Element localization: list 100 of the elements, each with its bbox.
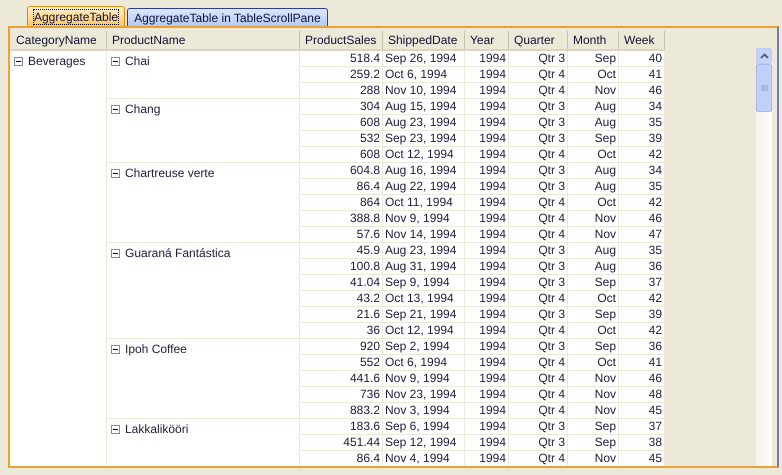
table-cell: Oct xyxy=(568,291,619,307)
collapse-icon[interactable] xyxy=(14,57,23,66)
collapse-icon[interactable] xyxy=(111,345,120,354)
collapse-icon[interactable] xyxy=(111,425,120,434)
table-cell: 42 xyxy=(619,323,665,339)
table-cell: 388.8 xyxy=(300,211,383,227)
product-name: Ipoh Coffee xyxy=(125,342,187,356)
table-cell: 183.6 xyxy=(300,419,383,435)
table-cell: Qtr 4 xyxy=(509,291,568,307)
table-cell: Aug xyxy=(568,259,619,275)
table-cell: 40 xyxy=(619,51,665,67)
table-cell: 42 xyxy=(619,147,665,163)
collapse-icon[interactable] xyxy=(111,169,120,178)
table-cell: Aug xyxy=(568,163,619,179)
table-cell: 1994 xyxy=(465,211,509,227)
column-header[interactable]: ProductName xyxy=(107,31,300,49)
table-cell: 38 xyxy=(619,435,665,451)
table-cell: Sep xyxy=(568,307,619,323)
collapse-icon[interactable] xyxy=(111,249,120,258)
table-cell: Oct xyxy=(568,355,619,371)
table-cell: 1994 xyxy=(465,195,509,211)
table-cell: Oct 12, 1994 xyxy=(383,323,465,339)
table-cell: 35 xyxy=(619,179,665,195)
table-cell: 1994 xyxy=(465,131,509,147)
table-cell: Qtr 3 xyxy=(509,131,568,147)
table-cell: Sep 26, 1994 xyxy=(383,51,465,67)
table-cell: Qtr 4 xyxy=(509,67,568,83)
table-cell: 608 xyxy=(300,115,383,131)
table-cell: 1994 xyxy=(465,323,509,339)
table-cell: Sep xyxy=(568,131,619,147)
table-cell: Nov 10, 1994 xyxy=(383,83,465,99)
table-cell: Nov xyxy=(568,451,619,466)
table-cell: Oct 6, 1994 xyxy=(383,67,465,83)
column-header[interactable]: Month xyxy=(568,31,619,49)
vertical-scrollbar[interactable] xyxy=(756,48,772,466)
scroll-up-icon[interactable] xyxy=(756,48,772,64)
column-header[interactable]: Year xyxy=(465,31,509,49)
tab[interactable]: AggregateTable xyxy=(27,6,126,26)
table-cell: 41 xyxy=(619,355,665,371)
product-name: Lakkalikööri xyxy=(125,422,188,436)
table-cell: Aug 31, 1994 xyxy=(383,259,465,275)
table-cell: 39 xyxy=(619,131,665,147)
table-cell: Nov 9, 1994 xyxy=(383,371,465,387)
table-cell: 36 xyxy=(300,323,383,339)
table-cell: Qtr 3 xyxy=(509,99,568,115)
table-cell: 1994 xyxy=(465,51,509,67)
table-cell: Qtr 4 xyxy=(509,147,568,163)
collapse-icon[interactable] xyxy=(111,57,120,66)
column-header[interactable]: ShippedDate xyxy=(383,31,465,49)
column-header[interactable]: Week xyxy=(619,31,665,49)
table-cell: 1994 xyxy=(465,339,509,355)
table-cell: 1994 xyxy=(465,67,509,83)
table-cell: Qtr 3 xyxy=(509,243,568,259)
scroll-thumb[interactable] xyxy=(756,64,772,112)
table-cell: Aug 16, 1994 xyxy=(383,163,465,179)
table-cell: 883.2 xyxy=(300,403,383,419)
table-cell: 45 xyxy=(619,403,665,419)
table-cell: 45 xyxy=(619,451,665,466)
table-cell: 43.2 xyxy=(300,291,383,307)
table-cell: 34 xyxy=(619,99,665,115)
tab[interactable]: AggregateTable in TableScrollPane xyxy=(127,8,328,26)
table-cell: Qtr 4 xyxy=(509,355,568,371)
column-header[interactable]: ProductSales xyxy=(300,31,383,49)
table-cell: 21.6 xyxy=(300,307,383,323)
table-cell: Qtr 4 xyxy=(509,227,568,243)
collapse-icon[interactable] xyxy=(111,105,120,114)
product-name: Chartreuse verte xyxy=(125,166,214,180)
table-cell: Qtr 4 xyxy=(509,403,568,419)
table-cell: 41.04 xyxy=(300,275,383,291)
column-header[interactable]: Quarter xyxy=(509,31,568,49)
table-cell: Qtr 3 xyxy=(509,419,568,435)
table-cell: 920 xyxy=(300,339,383,355)
table-cell: 1994 xyxy=(465,371,509,387)
table-cell: 42 xyxy=(619,195,665,211)
table-cell: 304 xyxy=(300,99,383,115)
table-cell: 47 xyxy=(619,227,665,243)
table-cell: Nov xyxy=(568,387,619,403)
table-cell: 608 xyxy=(300,147,383,163)
table-cell: Qtr 4 xyxy=(509,451,568,466)
table-cell: 1994 xyxy=(465,275,509,291)
table-cell: 736 xyxy=(300,387,383,403)
table-cell: Aug 23, 1994 xyxy=(383,115,465,131)
table-cell: Sep 2, 1994 xyxy=(383,339,465,355)
table-cell: 86.4 xyxy=(300,451,383,466)
table-cell: Oct 13, 1994 xyxy=(383,291,465,307)
table-cell: 288 xyxy=(300,83,383,99)
table-cell: Oct 6, 1994 xyxy=(383,355,465,371)
table-cell: Qtr 3 xyxy=(509,115,568,131)
table-cell: Qtr 4 xyxy=(509,195,568,211)
table-cell: Sep xyxy=(568,435,619,451)
column-header[interactable]: CategoryName xyxy=(10,31,107,49)
table-cell: Qtr 3 xyxy=(509,163,568,179)
table-cell: Oct 12, 1994 xyxy=(383,147,465,163)
table-cell: 1994 xyxy=(465,163,509,179)
table-cell: Nov xyxy=(568,83,619,99)
table-cell: Sep xyxy=(568,275,619,291)
table-cell: 41 xyxy=(619,67,665,83)
table-cell: Nov 4, 1994 xyxy=(383,451,465,466)
table-cell: Nov 3, 1994 xyxy=(383,403,465,419)
product-name: Chai xyxy=(125,54,150,68)
